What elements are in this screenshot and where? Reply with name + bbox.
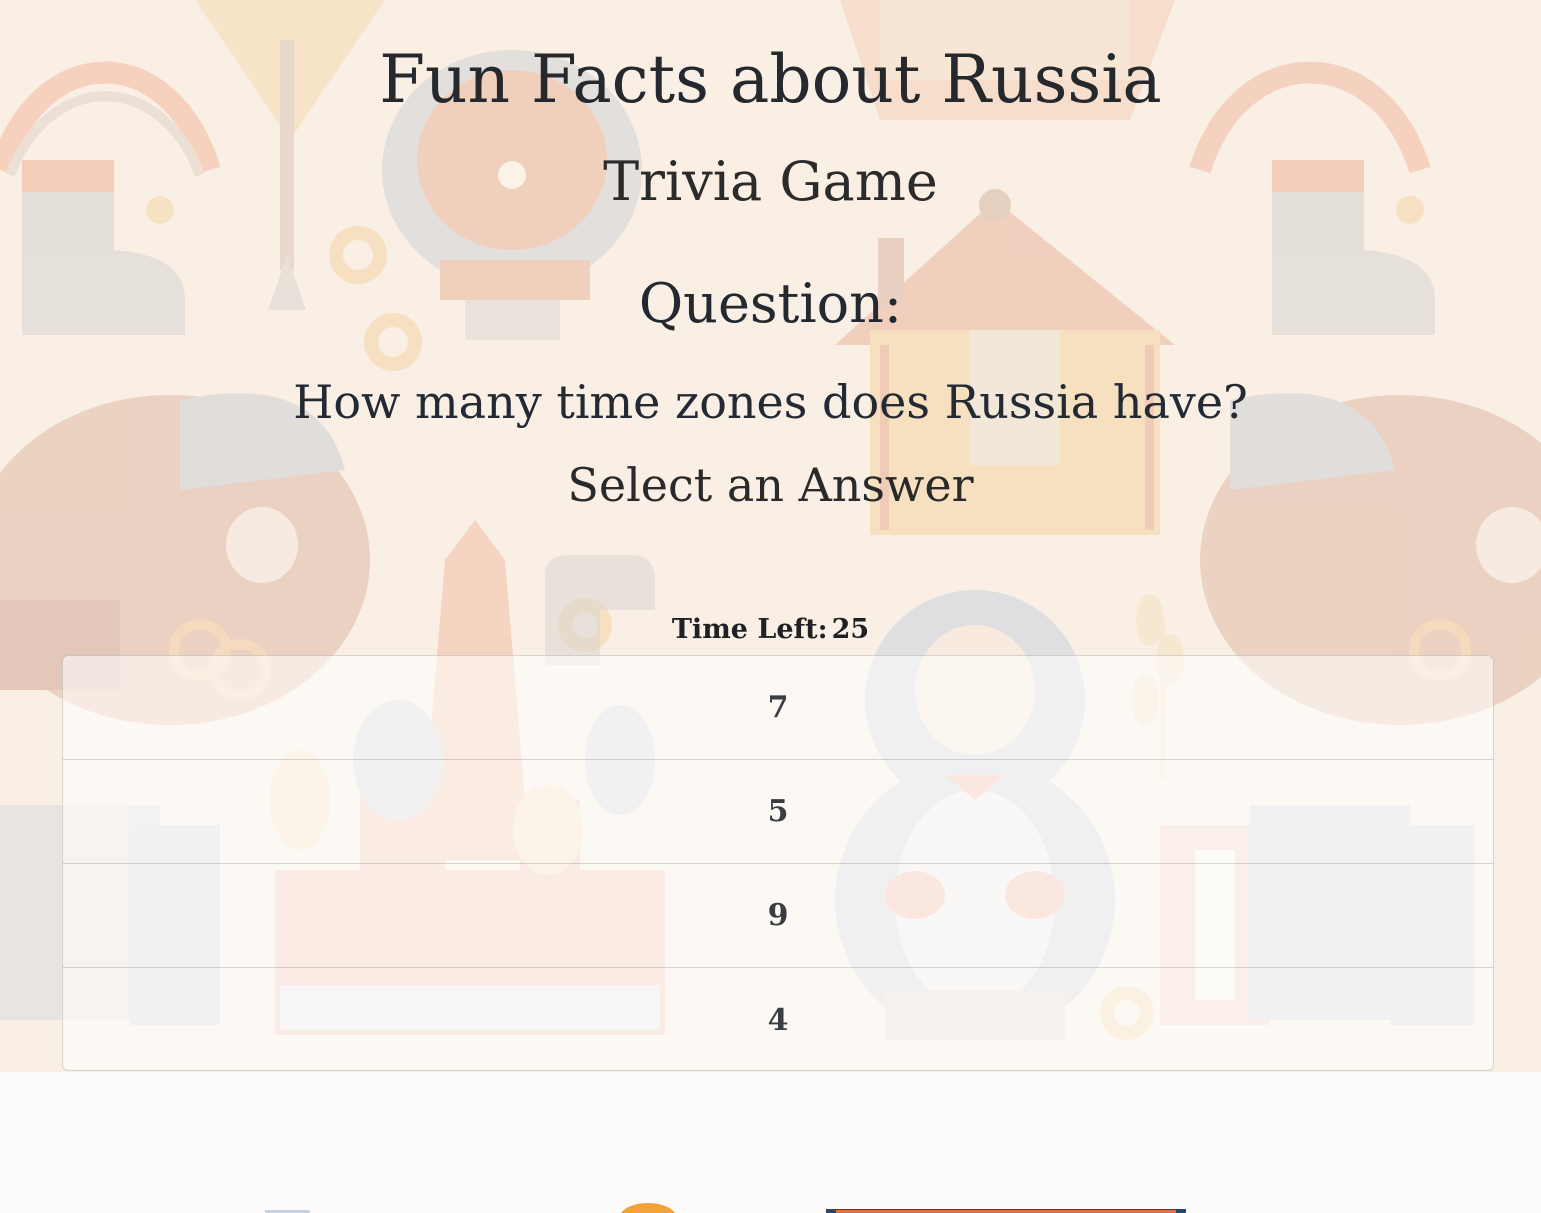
timer-value: 25 <box>831 614 870 645</box>
felt-boot-icon <box>545 555 655 665</box>
timer-label: Time Left: <box>671 614 828 645</box>
answer-option-1[interactable]: 7 <box>63 656 1493 760</box>
answer-option-4[interactable]: 4 <box>63 968 1493 1070</box>
folk-pattern-illustration-repeat <box>0 1072 1541 1213</box>
page-title: Fun Facts about Russia <box>379 41 1162 118</box>
countdown-timer: Time Left: 25 <box>0 612 1541 648</box>
select-answer-prompt: Select an Answer <box>567 458 974 512</box>
question-text: How many time zones does Russia have? <box>293 375 1248 429</box>
question-heading: Question: <box>638 272 903 335</box>
answer-option-3[interactable]: 9 <box>63 864 1493 968</box>
answer-list: 7 5 9 4 <box>62 655 1494 1071</box>
page-subtitle: Trivia Game <box>603 150 938 213</box>
folk-pattern-background-repeat <box>0 1072 1541 1213</box>
answer-option-2[interactable]: 5 <box>63 760 1493 864</box>
